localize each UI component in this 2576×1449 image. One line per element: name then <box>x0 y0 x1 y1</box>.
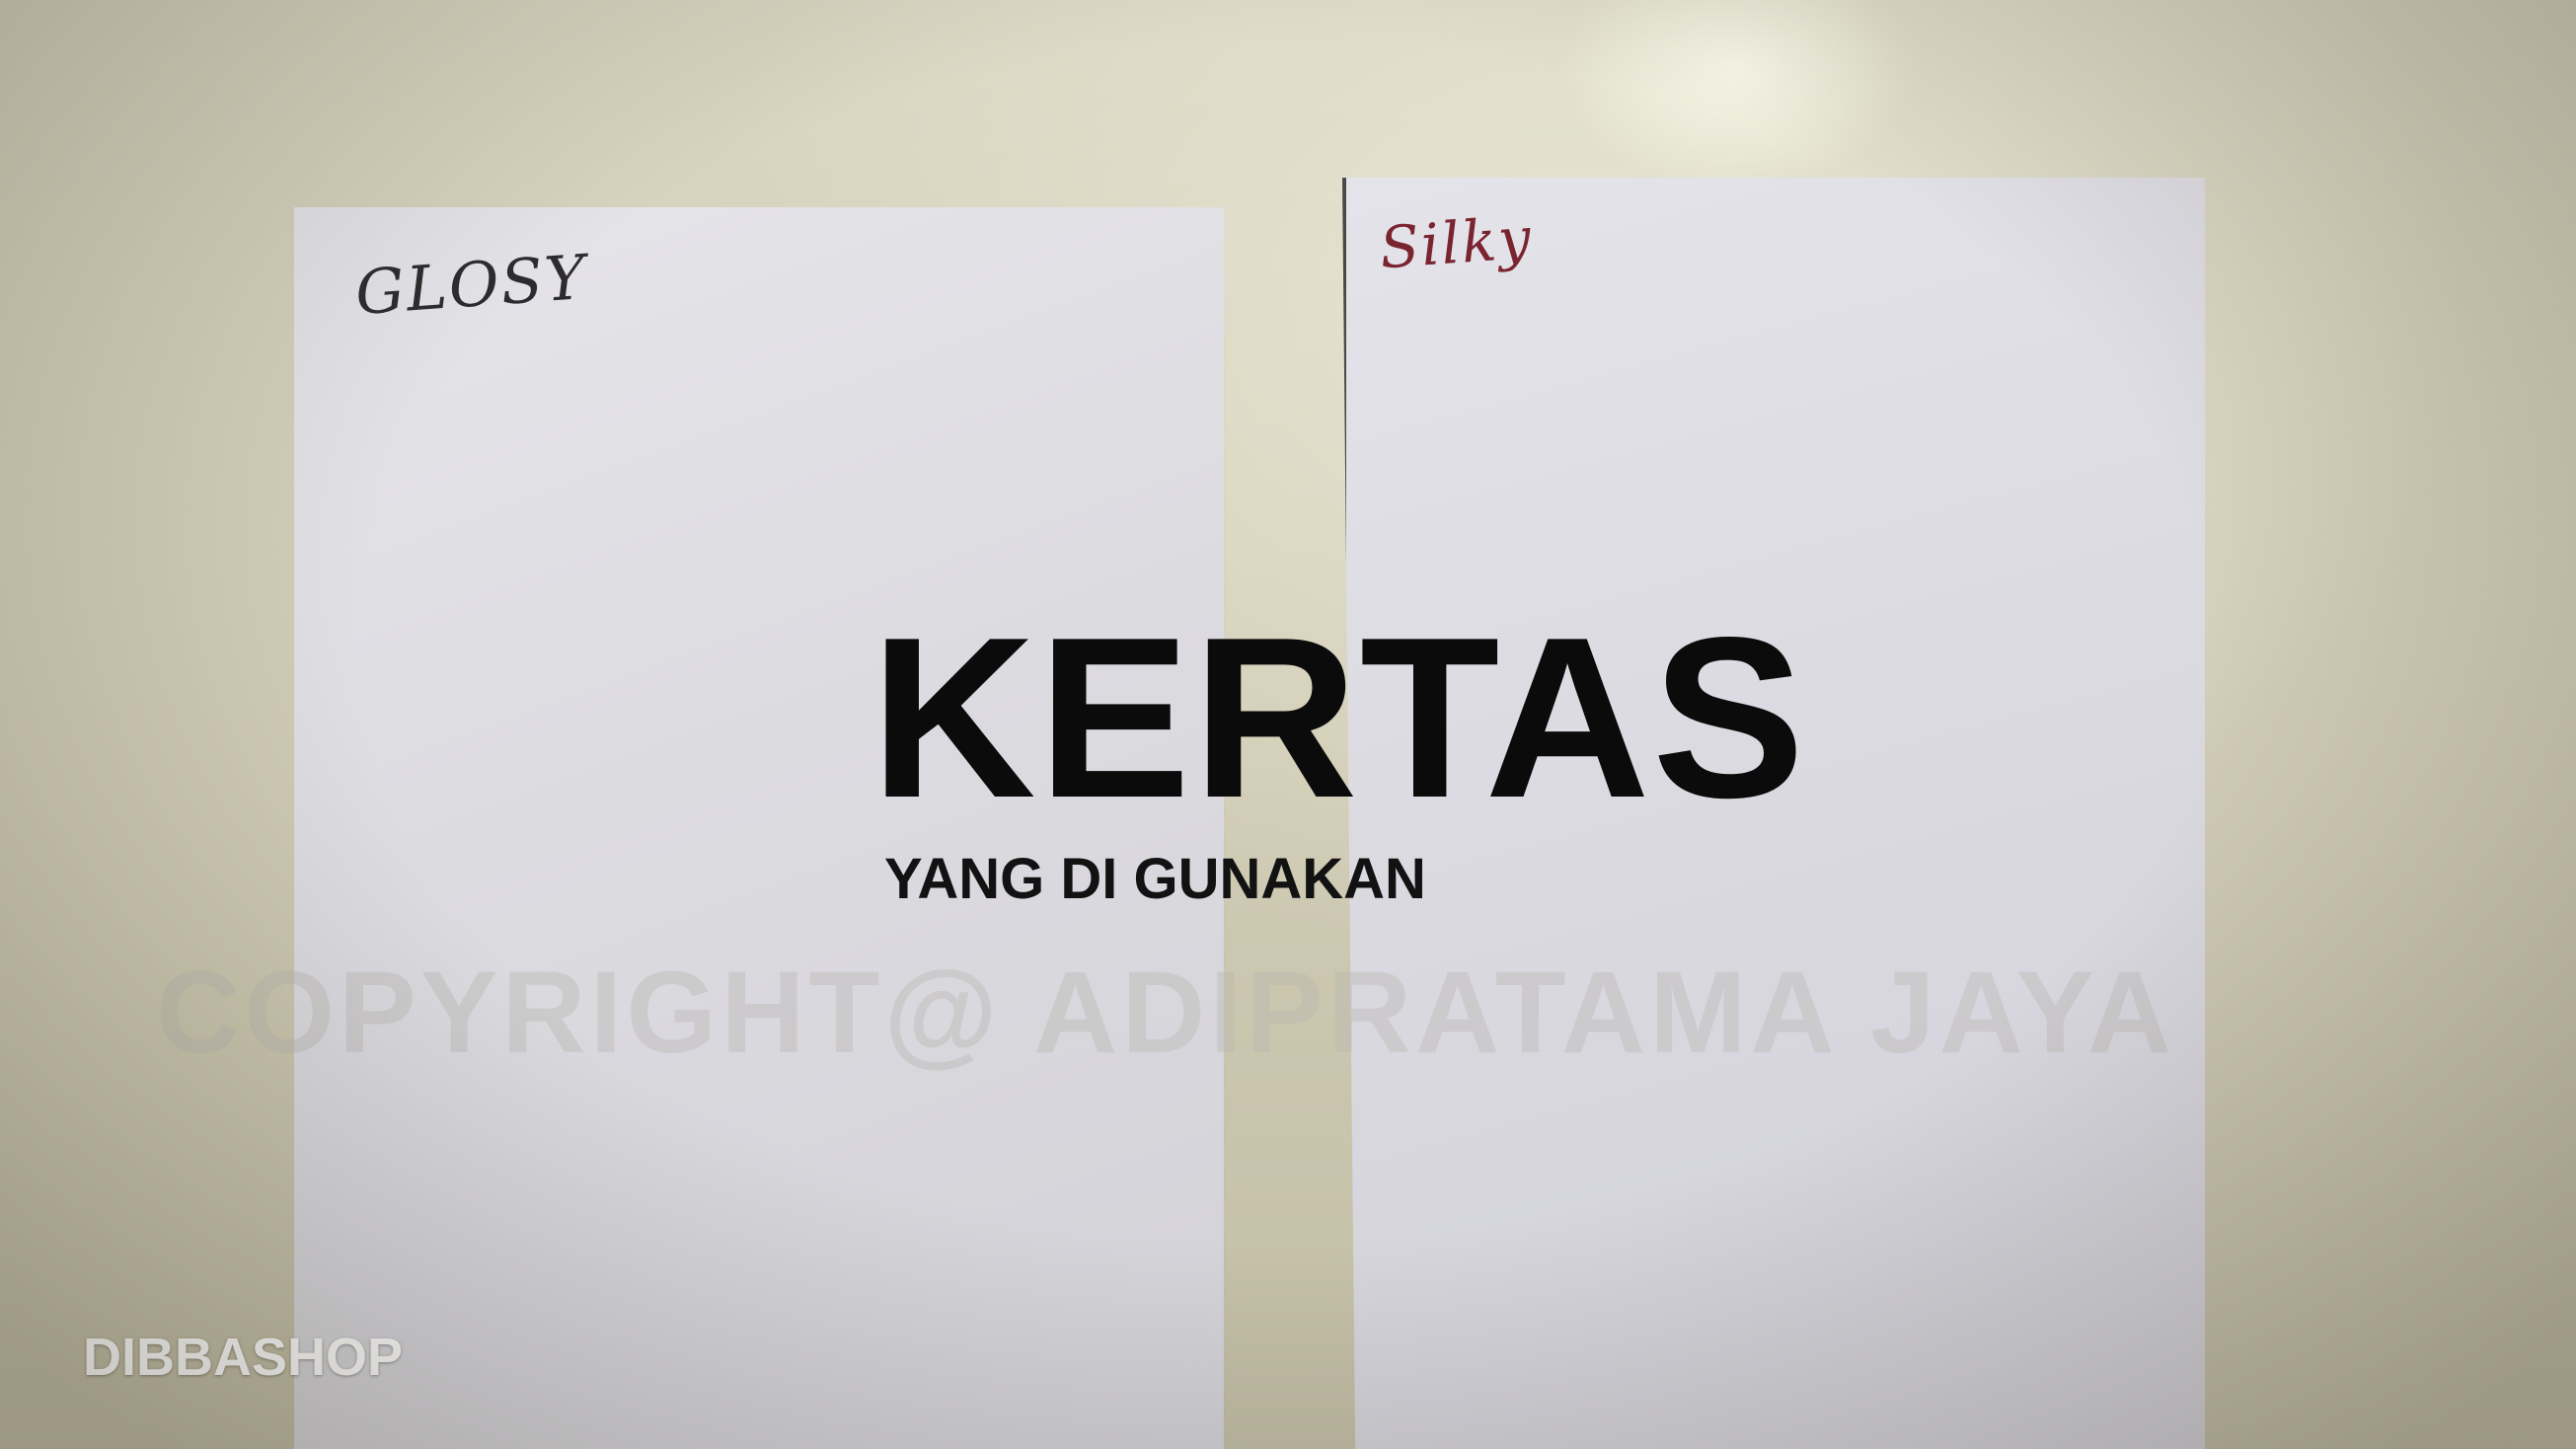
silky-handwritten-label: Silky <box>1377 203 1535 282</box>
title-text: KERTAS <box>871 590 1807 846</box>
photo-scene: GLOSY Silky COPYRIGHT@ ADIPRATAMA JAYA K… <box>0 0 2576 1449</box>
subtitle-text: YANG DI GUNAKAN <box>884 847 1426 911</box>
copyright-watermark: COPYRIGHT@ ADIPRATAMA JAYA <box>156 948 2176 1078</box>
brand-logo-text: DIBBASHOP <box>83 1328 404 1387</box>
